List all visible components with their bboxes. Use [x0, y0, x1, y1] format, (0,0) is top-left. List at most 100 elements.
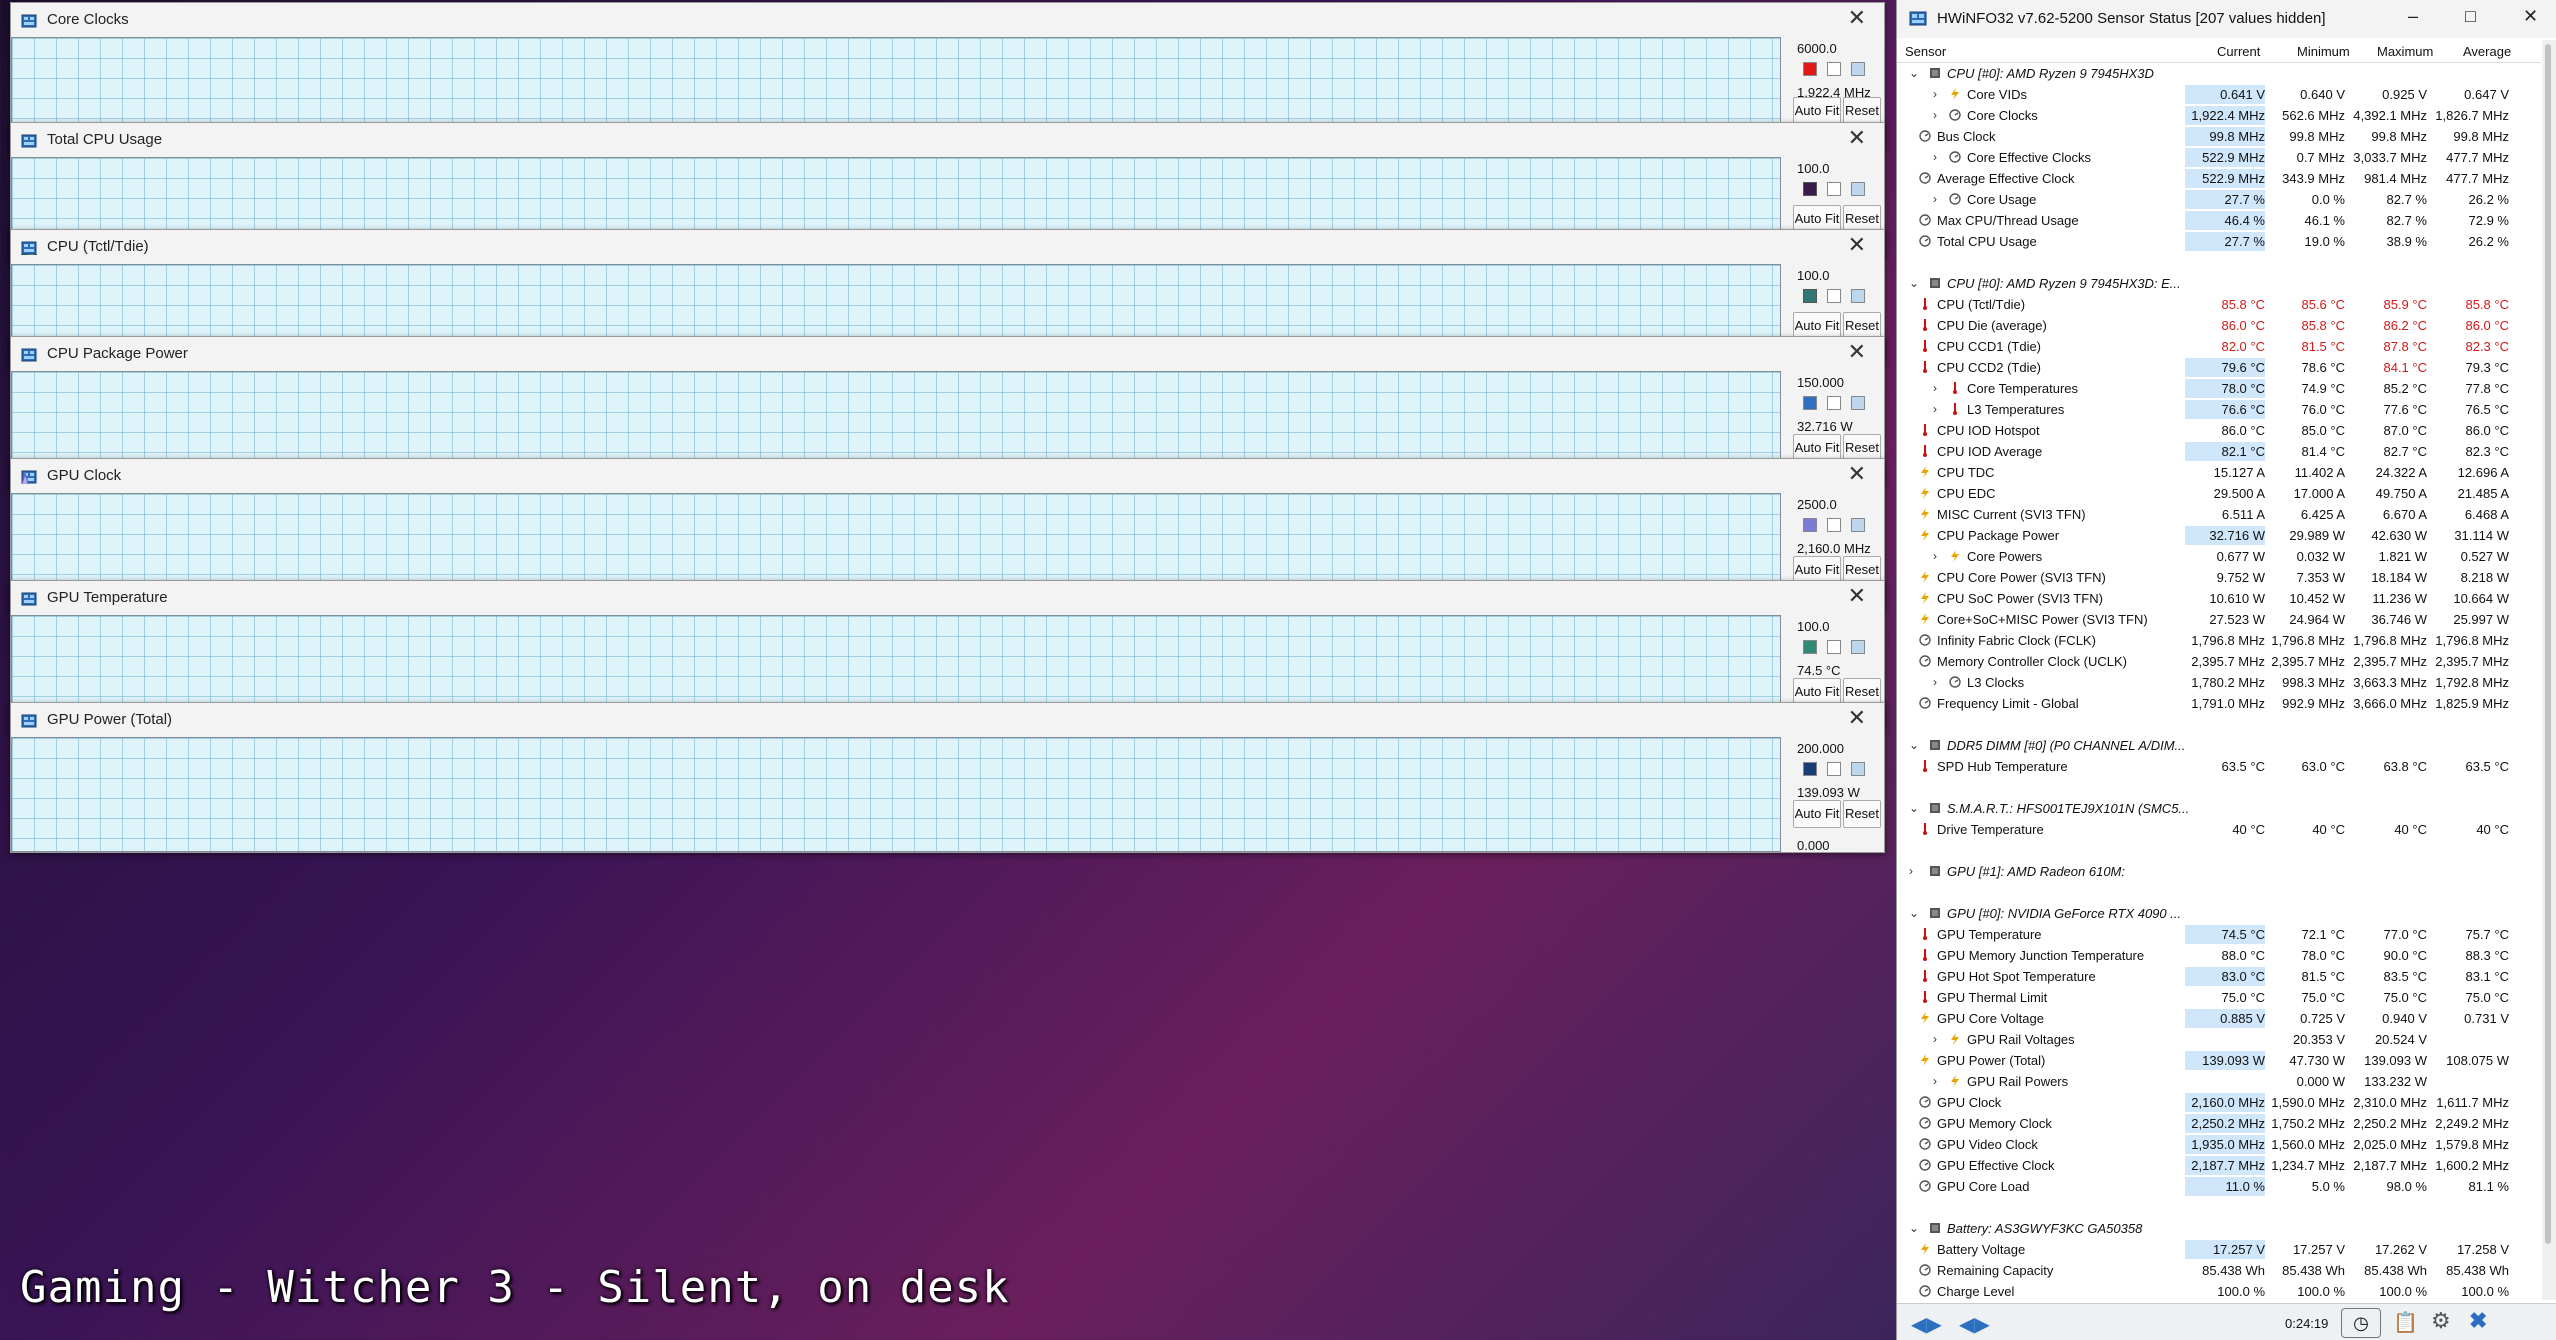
- sensor-row[interactable]: GPU Core Voltage 0.885 V 0.725 V 0.940 V 0.7…: [1897, 1008, 2541, 1029]
- chevron-right-icon[interactable]: ›: [1933, 192, 1937, 206]
- color-swatch[interactable]: [1803, 518, 1817, 532]
- sensor-row[interactable]: GPU Power (Total) 139.093 W 47.730 W 139.09…: [1897, 1050, 2541, 1071]
- sensor-row[interactable]: › GPU Rail Voltages 20.353 V 20.524 V: [1897, 1029, 2541, 1050]
- color-swatch[interactable]: [1803, 182, 1817, 196]
- sensor-row[interactable]: Core+SoC+MISC Power (SVI3 TFN) 27.523 W 24…: [1897, 609, 2541, 630]
- color-swatch[interactable]: [1803, 396, 1817, 410]
- sensor-row[interactable]: Battery Voltage 17.257 V 17.257 V 17.262 V 1…: [1897, 1239, 2541, 1260]
- minimize-button[interactable]: –: [2408, 6, 2418, 27]
- sensor-row[interactable]: GPU Core Load 11.0 % 5.0 % 98.0 % 81.1 %: [1897, 1176, 2541, 1197]
- sensor-row[interactable]: CPU IOD Hotspot 86.0 °C 85.0 °C 87.0 °C 86.0…: [1897, 420, 2541, 441]
- sensor-row[interactable]: › Core Clocks 1,922.4 MHz 562.6 MHz 4,392.1 …: [1897, 105, 2541, 126]
- col-sensor[interactable]: Sensor: [1905, 44, 1946, 59]
- chevron-down-icon[interactable]: ⌄: [1909, 738, 1919, 752]
- chevron-right-icon[interactable]: ›: [1933, 402, 1937, 416]
- color-swatch[interactable]: [1803, 62, 1817, 76]
- sensor-row[interactable]: › L3 Temperatures 76.6 °C 76.0 °C 77.6 °C 76.…: [1897, 399, 2541, 420]
- color-swatch[interactable]: [1803, 289, 1817, 303]
- clock-icon[interactable]: ◷: [2341, 1308, 2381, 1338]
- swatch-grid[interactable]: [1851, 762, 1865, 776]
- swatch-blank[interactable]: [1827, 640, 1841, 654]
- chevron-right-icon[interactable]: ›: [1933, 108, 1937, 122]
- auto-fit-button[interactable]: Auto Fit: [1793, 800, 1841, 828]
- close-icon[interactable]: ✕: [1848, 463, 1866, 485]
- swatch-blank[interactable]: [1827, 62, 1841, 76]
- sensor-group[interactable]: ⌄ GPU [#0]: NVIDIA GeForce RTX 4090 ...: [1897, 903, 2541, 924]
- sensor-row[interactable]: CPU CCD1 (Tdie) 82.0 °C 81.5 °C 87.8 °C 82.3…: [1897, 336, 2541, 357]
- sensor-row[interactable]: Frequency Limit - Global 1,791.0 MHz 992.9…: [1897, 693, 2541, 714]
- sensor-group[interactable]: ⌄ S.M.A.R.T.: HFS001TEJ9X101N (SMC5...: [1897, 798, 2541, 819]
- vertical-scrollbar[interactable]: [2542, 40, 2556, 1300]
- sensor-group[interactable]: ⌄ Battery: AS3GWYF3KC GA50358: [1897, 1218, 2541, 1239]
- chevron-down-icon[interactable]: ⌄: [1909, 1221, 1919, 1235]
- sensor-row[interactable]: Average Effective Clock 522.9 MHz 343.9 MH…: [1897, 168, 2541, 189]
- sensor-row[interactable]: MISC Current (SVI3 TFN) 6.511 A 6.425 A 6.6…: [1897, 504, 2541, 525]
- sensor-row[interactable]: CPU TDC 15.127 A 11.402 A 24.322 A 12.696 A: [1897, 462, 2541, 483]
- close-icon[interactable]: ✕: [1848, 341, 1866, 363]
- sensor-row[interactable]: CPU SoC Power (SVI3 TFN) 10.610 W 10.452 W…: [1897, 588, 2541, 609]
- swatch-grid[interactable]: [1851, 396, 1865, 410]
- sensor-row[interactable]: GPU Memory Clock 2,250.2 MHz 1,750.2 MHz 2,…: [1897, 1113, 2541, 1134]
- sensor-row[interactable]: › Core Temperatures 78.0 °C 74.9 °C 85.2 °C 7…: [1897, 378, 2541, 399]
- sensor-row[interactable]: Infinity Fabric Clock (FCLK) 1,796.8 MHz 1…: [1897, 630, 2541, 651]
- sensor-row[interactable]: Bus Clock 99.8 MHz 99.8 MHz 99.8 MHz 99.8 MH…: [1897, 126, 2541, 147]
- col-average[interactable]: Average: [2463, 44, 2511, 59]
- sensor-row[interactable]: › Core Powers 0.677 W 0.032 W 1.821 W 0.527 W: [1897, 546, 2541, 567]
- sensor-row[interactable]: Memory Controller Clock (UCLK) 2,395.7 MH…: [1897, 651, 2541, 672]
- chevron-right-icon[interactable]: ›: [1909, 864, 1913, 878]
- graph-title-bar[interactable]: Core Clocks ✕: [11, 3, 1884, 37]
- sensor-row[interactable]: CPU (Tctl/Tdie) 85.8 °C 85.6 °C 85.9 °C 85.8…: [1897, 294, 2541, 315]
- sensor-row[interactable]: GPU Thermal Limit 75.0 °C 75.0 °C 75.0 °C 75…: [1897, 987, 2541, 1008]
- color-swatch[interactable]: [1803, 640, 1817, 654]
- sensor-row[interactable]: › Core VIDs 0.641 V 0.640 V 0.925 V 0.647 V: [1897, 84, 2541, 105]
- nav-forward-icon[interactable]: ◀▶: [1959, 1312, 1990, 1337]
- swatch-blank[interactable]: [1827, 182, 1841, 196]
- sensor-group[interactable]: ⌄ CPU [#0]: AMD Ryzen 9 7945HX3D: [1897, 63, 2541, 84]
- col-minimum[interactable]: Minimum: [2297, 44, 2350, 59]
- sensor-row[interactable]: CPU CCD2 (Tdie) 79.6 °C 78.6 °C 84.1 °C 79.3…: [1897, 357, 2541, 378]
- sensor-row[interactable]: › L3 Clocks 1,780.2 MHz 998.3 MHz 3,663.3 MH…: [1897, 672, 2541, 693]
- chevron-right-icon[interactable]: ›: [1933, 1074, 1937, 1088]
- color-swatch[interactable]: [1803, 762, 1817, 776]
- chevron-down-icon[interactable]: ⌄: [1909, 66, 1919, 80]
- auto-fit-button[interactable]: Auto Fit: [1793, 97, 1841, 125]
- close-icon[interactable]: ✕: [1848, 127, 1866, 149]
- chevron-right-icon[interactable]: ›: [1933, 150, 1937, 164]
- swatch-blank[interactable]: [1827, 396, 1841, 410]
- sensor-row[interactable]: CPU IOD Average 82.1 °C 81.4 °C 82.7 °C 82.3…: [1897, 441, 2541, 462]
- swatch-blank[interactable]: [1827, 762, 1841, 776]
- sensor-row[interactable]: › Core Usage 27.7 % 0.0 % 82.7 % 26.2 %: [1897, 189, 2541, 210]
- report-icon[interactable]: 📋: [2393, 1310, 2418, 1335]
- chevron-right-icon[interactable]: ›: [1933, 1032, 1937, 1046]
- sensor-row[interactable]: GPU Hot Spot Temperature 83.0 °C 81.5 °C 83…: [1897, 966, 2541, 987]
- reset-button[interactable]: Reset: [1843, 97, 1881, 125]
- graph-title-bar[interactable]: CPU Package Power ✕: [11, 337, 1884, 371]
- chevron-down-icon[interactable]: ⌄: [1909, 906, 1919, 920]
- maximize-button[interactable]: □: [2465, 6, 2476, 27]
- graph-title-bar[interactable]: Total CPU Usage ✕: [11, 123, 1884, 157]
- sensor-row[interactable]: › GPU Rail Powers 0.000 W 133.232 W: [1897, 1071, 2541, 1092]
- sensor-row[interactable]: Charge Level 100.0 % 100.0 % 100.0 % 100.0 %: [1897, 1281, 2541, 1302]
- scrollbar-thumb[interactable]: [2545, 44, 2551, 1244]
- sensor-row[interactable]: CPU EDC 29.500 A 17.000 A 49.750 A 21.485 A: [1897, 483, 2541, 504]
- swatch-grid[interactable]: [1851, 182, 1865, 196]
- sensor-group[interactable]: › GPU [#1]: AMD Radeon 610M:: [1897, 861, 2541, 882]
- chevron-down-icon[interactable]: ⌄: [1909, 801, 1919, 815]
- swatch-grid[interactable]: [1851, 62, 1865, 76]
- chevron-right-icon[interactable]: ›: [1933, 675, 1937, 689]
- swatch-blank[interactable]: [1827, 289, 1841, 303]
- nav-back-icon[interactable]: ◀▶: [1911, 1312, 1942, 1337]
- graph-title-bar[interactable]: CPU (Tctl/Tdie) ✕: [11, 230, 1884, 264]
- graph-title-bar[interactable]: GPU Temperature ✕: [11, 581, 1884, 615]
- swatch-grid[interactable]: [1851, 640, 1865, 654]
- close-icon[interactable]: ✕: [1848, 7, 1866, 29]
- col-maximum[interactable]: Maximum: [2377, 44, 2433, 59]
- sensor-row[interactable]: › Core Effective Clocks 522.9 MHz 0.7 MHz 3,…: [1897, 147, 2541, 168]
- close-window-button[interactable]: ✕: [2523, 6, 2538, 27]
- sensor-row[interactable]: GPU Effective Clock 2,187.7 MHz 1,234.7 MH…: [1897, 1155, 2541, 1176]
- sensor-group[interactable]: ⌄ CPU [#0]: AMD Ryzen 9 7945HX3D: E...: [1897, 273, 2541, 294]
- sensor-row[interactable]: SPD Hub Temperature 63.5 °C 63.0 °C 63.8 °C…: [1897, 756, 2541, 777]
- chevron-right-icon[interactable]: ›: [1933, 381, 1937, 395]
- sensor-group[interactable]: ⌄ DDR5 DIMM [#0] (P0 CHANNEL A/DIM...: [1897, 735, 2541, 756]
- close-icon[interactable]: ✕: [1848, 585, 1866, 607]
